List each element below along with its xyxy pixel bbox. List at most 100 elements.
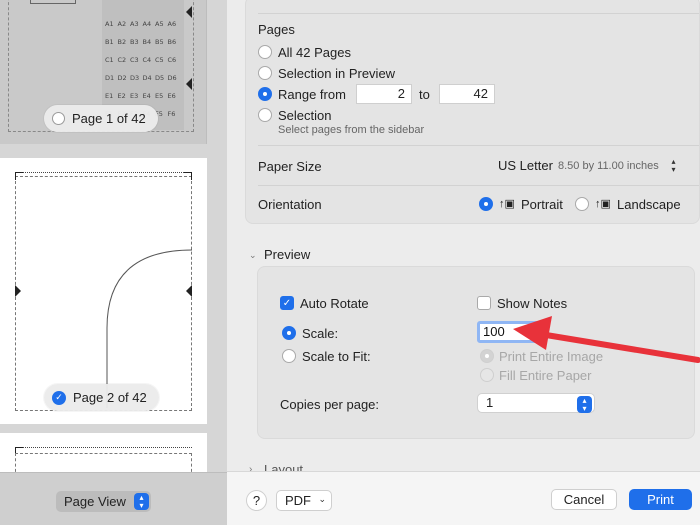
chevron-updown-icon: ▴ ▾ xyxy=(671,157,676,174)
copies-per-page-select[interactable]: 1 ▴ ▾ xyxy=(477,393,595,413)
grid-cell-label: B5 xyxy=(155,38,164,46)
crop-mark xyxy=(186,78,192,90)
paper-size-label: Paper Size xyxy=(258,159,322,174)
selection-radio[interactable] xyxy=(258,108,272,122)
grid-cell-label: E4 xyxy=(142,92,151,100)
page-thumbnail-2[interactable]: ✓ Page 2 of 42 xyxy=(0,158,207,424)
page-header-box xyxy=(30,0,76,4)
all-pages-radio[interactable] xyxy=(258,45,272,59)
grid-cell-label: C6 xyxy=(167,56,177,64)
fill-entire-paper-label: Fill Entire Paper xyxy=(499,368,592,383)
portrait-radio[interactable] xyxy=(479,197,493,211)
grid-cell-label: A6 xyxy=(167,20,177,28)
cancel-button[interactable]: Cancel xyxy=(551,489,617,510)
auto-rotate-checkbox[interactable]: ✓ xyxy=(280,296,294,310)
scale-label: Scale: xyxy=(302,326,339,341)
crop-mark xyxy=(186,6,192,18)
paper-size-value: US Letter xyxy=(498,158,553,173)
range-from-label: Range from xyxy=(278,87,346,102)
page-view-label: Page View xyxy=(64,494,126,509)
portrait-icon: ↑▣ xyxy=(499,198,515,210)
print-button[interactable]: Print xyxy=(629,489,692,510)
grid-cell-label: D2 xyxy=(117,74,127,82)
grid-cell-label: A4 xyxy=(142,20,152,28)
landscape-label: Landscape xyxy=(617,197,681,212)
selection-label: Selection xyxy=(278,108,332,123)
grid-cell-label: B1 xyxy=(105,38,114,46)
show-notes-label: Show Notes xyxy=(497,296,568,311)
range-from-input[interactable]: 2 xyxy=(356,84,412,104)
grid-cell-label: E6 xyxy=(167,92,176,100)
portrait-label: Portrait xyxy=(521,197,563,212)
grid-cell-label: D4 xyxy=(142,74,152,82)
scale-to-fit-label: Scale to Fit: xyxy=(302,349,371,364)
page-thumbnail-1[interactable]: A1 A2 A3 A4 A5 A6 B1 B2 B3 B4 B5 B6 C1 C2 C3 C4 C5 C6 D1 D2… xyxy=(0,0,207,144)
pages-heading: Pages xyxy=(258,22,295,37)
grid-cell-label: B2 xyxy=(117,38,127,46)
grid-cell-label: D1 xyxy=(105,74,115,82)
chevron-updown-icon: ▴ ▾ xyxy=(134,493,149,510)
grid-cell-label: B4 xyxy=(142,38,152,46)
sidebar-footer: Page View ▴ ▾ xyxy=(0,472,227,525)
grid-cell-label: E2 xyxy=(117,92,126,100)
divider xyxy=(258,13,699,14)
grid-cell-label: C1 xyxy=(105,56,114,64)
grid-cell-label: E3 xyxy=(130,92,139,100)
page-view-select[interactable]: Page View ▴ ▾ xyxy=(56,491,151,512)
grid-cell-label: D3 xyxy=(130,74,140,82)
grid-cell-label: B3 xyxy=(130,38,139,46)
print-entire-image-radio[interactable] xyxy=(480,349,494,363)
dialog-footer: ? PDF ⌄ Cancel Print xyxy=(227,471,700,525)
preview-options-group: ✓ Auto Rotate Show Notes Scale: 100 Scal… xyxy=(257,266,695,439)
orientation-label: Orientation xyxy=(258,197,322,212)
grid-cell-label: D5 xyxy=(155,74,165,82)
page-2-label-chip[interactable]: ✓ Page 2 of 42 xyxy=(44,384,159,411)
page-thumbnail-sidebar: A1 A2 A3 A4 A5 A6 B1 B2 B3 B4 B5 B6 C1 C2 C3 C4 C5 C6 D1 D2… xyxy=(0,0,227,525)
checkmark-icon: ✓ xyxy=(52,390,66,405)
page-1-label-chip[interactable]: Page 1 of 42 xyxy=(44,105,158,132)
range-radio[interactable] xyxy=(258,87,272,101)
grid-cell-label: C3 xyxy=(130,56,139,64)
paper-dimensions: 8.50 by 11.00 inches xyxy=(558,160,659,172)
grid-cell-label: A5 xyxy=(155,20,164,28)
grid-cell-label: C5 xyxy=(155,56,164,64)
pdf-label: PDF xyxy=(285,493,311,508)
paper-size-select[interactable]: US Letter 8.50 by 11.00 inches ▴ ▾ xyxy=(496,155,688,177)
chevron-updown-icon: ▴ ▾ xyxy=(577,396,592,413)
grid-cell-label: C4 xyxy=(142,56,152,64)
grid-cell-label: E5 xyxy=(155,92,164,100)
page-label: Page 1 of 42 xyxy=(72,111,146,126)
chevron-down-icon: ⌄ xyxy=(318,494,326,504)
auto-rotate-label: Auto Rotate xyxy=(300,296,369,311)
grid-cell-label: F6 xyxy=(167,110,176,118)
help-button[interactable]: ? xyxy=(246,490,267,511)
all-pages-label: All 42 Pages xyxy=(278,45,351,60)
landscape-radio[interactable] xyxy=(575,197,589,211)
unselected-radio-icon xyxy=(52,112,65,125)
grid-cell-label: A2 xyxy=(117,20,127,28)
selection-in-preview-radio[interactable] xyxy=(258,66,272,80)
range-to-input[interactable]: 42 xyxy=(439,84,495,104)
scale-radio[interactable] xyxy=(282,326,296,340)
divider xyxy=(258,185,699,186)
page-thumbnail-3[interactable] xyxy=(0,433,207,493)
copies-per-page-value: 1 xyxy=(486,395,494,410)
grid-cell-label: A1 xyxy=(105,20,114,28)
selection-in-preview-label: Selection in Preview xyxy=(278,66,396,81)
print-entire-image-label: Print Entire Image xyxy=(499,349,604,364)
selection-hint: Select pages from the sidebar xyxy=(278,124,425,136)
divider xyxy=(258,145,699,146)
show-notes-checkbox[interactable] xyxy=(477,296,491,310)
pdf-menu-button[interactable]: PDF ⌄ xyxy=(276,490,332,511)
page-label: Page 2 of 42 xyxy=(73,390,147,405)
grid-cell-label: A3 xyxy=(130,20,139,28)
grid-cell-label: C2 xyxy=(117,56,127,64)
print-settings-panel: Pages All 42 Pages Selection in Preview … xyxy=(227,0,700,525)
grid-cell-label: B6 xyxy=(167,38,177,46)
pages-paper-orientation-group: Pages All 42 Pages Selection in Preview … xyxy=(245,0,700,224)
range-to-label: to xyxy=(419,87,430,102)
scale-to-fit-radio[interactable] xyxy=(282,349,296,363)
scale-input[interactable]: 100 xyxy=(477,321,543,343)
fill-entire-paper-radio[interactable] xyxy=(480,368,494,382)
preview-heading: Preview xyxy=(264,247,311,262)
